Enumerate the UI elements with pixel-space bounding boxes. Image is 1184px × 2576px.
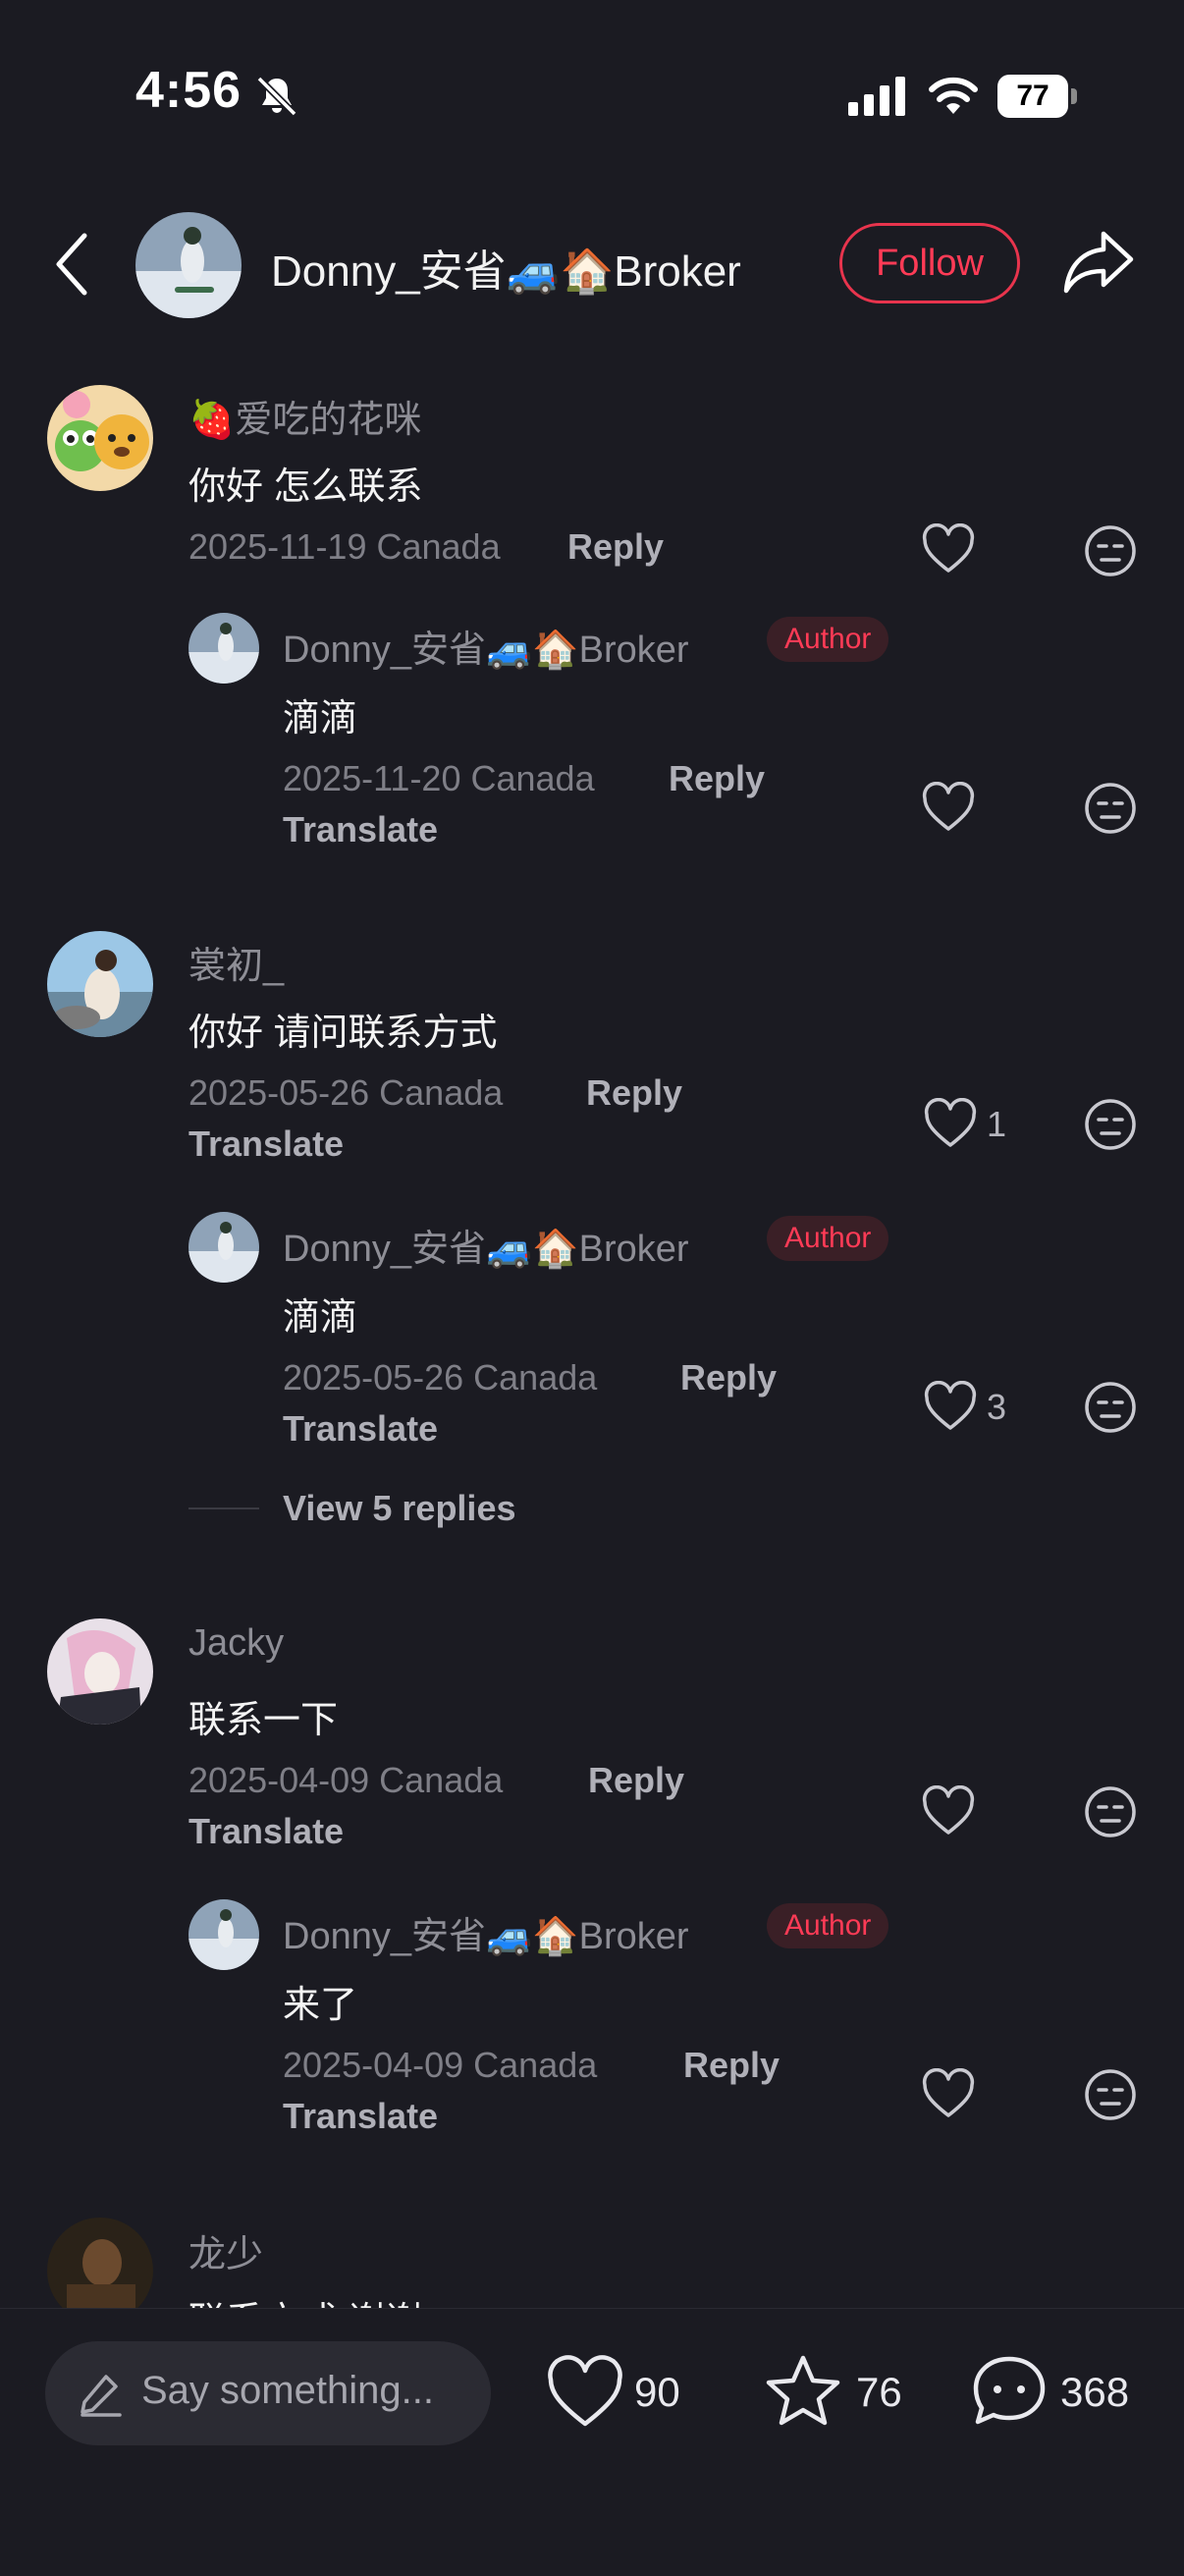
heart-icon[interactable] — [923, 1098, 978, 1149]
comment-text: 联系一下 — [188, 1700, 339, 1741]
author-avatar[interactable] — [135, 212, 242, 318]
dislike-face-icon[interactable] — [1084, 1785, 1137, 1838]
share-icon[interactable] — [1060, 228, 1137, 297]
commenter-avatar[interactable] — [47, 385, 153, 491]
follow-button[interactable]: Follow — [839, 223, 1020, 303]
author-badge: Author — [767, 617, 889, 662]
reply-date: 2025-05-26 Canada — [283, 1357, 598, 1398]
reply-text: 滴滴 — [283, 698, 358, 740]
comment-username[interactable]: Jacky — [188, 1622, 284, 1665]
translate-button[interactable]: Translate — [283, 809, 438, 850]
reply-button[interactable]: Reply — [588, 1760, 684, 1801]
comment-date: 2025-11-19 Canada — [188, 526, 501, 567]
bell-muted-icon — [256, 76, 297, 117]
author-username[interactable]: Donny_安省🚙🏠Broker — [271, 236, 741, 299]
heart-icon[interactable] — [923, 1381, 978, 1432]
wifi-icon — [929, 77, 978, 114]
cellular-signal-icon — [848, 77, 905, 116]
battery-level: 77 — [997, 75, 1068, 118]
comment-date: 2025-04-09 Canada — [188, 1760, 504, 1800]
comment-bubble-icon[interactable] — [970, 2353, 1049, 2428]
pencil-icon — [81, 2375, 122, 2417]
dislike-face-icon[interactable] — [1084, 782, 1137, 835]
reply-button[interactable]: Reply — [586, 1072, 682, 1114]
reply-date: 2025-11-20 Canada — [283, 758, 595, 798]
comment-input-placeholder[interactable]: Say something... — [141, 2369, 434, 2413]
heart-icon[interactable] — [921, 782, 976, 833]
translate-button[interactable]: Translate — [283, 2096, 438, 2137]
comment-text: 你好 怎么联系 — [188, 466, 423, 508]
reply-avatar[interactable] — [188, 1899, 259, 1970]
commenter-avatar[interactable] — [47, 931, 153, 1037]
reply-username[interactable]: Donny_安省🚙🏠Broker — [283, 1218, 689, 1272]
heart-icon[interactable] — [921, 2068, 976, 2119]
battery-icon: 77 — [997, 75, 1080, 118]
translate-button[interactable]: Translate — [188, 1124, 344, 1165]
status-time: 4:56 — [135, 62, 242, 119]
view-replies-divider — [188, 1507, 259, 1509]
like-count: 1 — [987, 1104, 1007, 1144]
comment-username[interactable]: 龙少 — [188, 2223, 263, 2277]
translate-button[interactable]: Translate — [188, 1811, 344, 1852]
heart-icon[interactable] — [546, 2355, 624, 2430]
comment-username[interactable]: 🍓爱吃的花咪 — [188, 389, 421, 443]
back-chevron-icon[interactable] — [49, 230, 96, 299]
dislike-face-icon[interactable] — [1084, 1098, 1137, 1151]
view-replies-button[interactable]: View 5 replies — [283, 1488, 515, 1529]
comment-count: 368 — [1060, 2369, 1130, 2415]
like-count: 90 — [634, 2369, 680, 2415]
reply-button[interactable]: Reply — [567, 526, 664, 568]
star-icon[interactable] — [764, 2353, 842, 2428]
comment-date: 2025-05-26 Canada — [188, 1072, 504, 1113]
author-badge: Author — [767, 1216, 889, 1261]
reply-button[interactable]: Reply — [669, 758, 765, 799]
commenter-avatar[interactable] — [47, 1618, 153, 1725]
favorite-count: 76 — [856, 2369, 902, 2415]
dislike-face-icon[interactable] — [1084, 2068, 1137, 2121]
dislike-face-icon[interactable] — [1084, 1381, 1137, 1434]
comment-text: 你好 请问联系方式 — [188, 1013, 498, 1054]
author-badge: Author — [767, 1903, 889, 1948]
dislike-face-icon[interactable] — [1084, 524, 1137, 577]
translate-button[interactable]: Translate — [283, 1408, 438, 1450]
reply-text: 来了 — [283, 1985, 358, 2026]
reply-button[interactable]: Reply — [683, 2045, 780, 2086]
reply-username[interactable]: Donny_安省🚙🏠Broker — [283, 1905, 689, 1959]
comment-username[interactable]: 裳初_ — [188, 935, 284, 989]
heart-icon[interactable] — [921, 1785, 976, 1836]
reply-text: 滴滴 — [283, 1297, 358, 1339]
reply-avatar[interactable] — [188, 613, 259, 684]
heart-icon[interactable] — [921, 523, 976, 575]
like-count: 3 — [987, 1387, 1007, 1427]
reply-username[interactable]: Donny_安省🚙🏠Broker — [283, 619, 689, 673]
reply-date: 2025-04-09 Canada — [283, 2045, 598, 2085]
reply-avatar[interactable] — [188, 1212, 259, 1283]
reply-button[interactable]: Reply — [680, 1357, 777, 1398]
